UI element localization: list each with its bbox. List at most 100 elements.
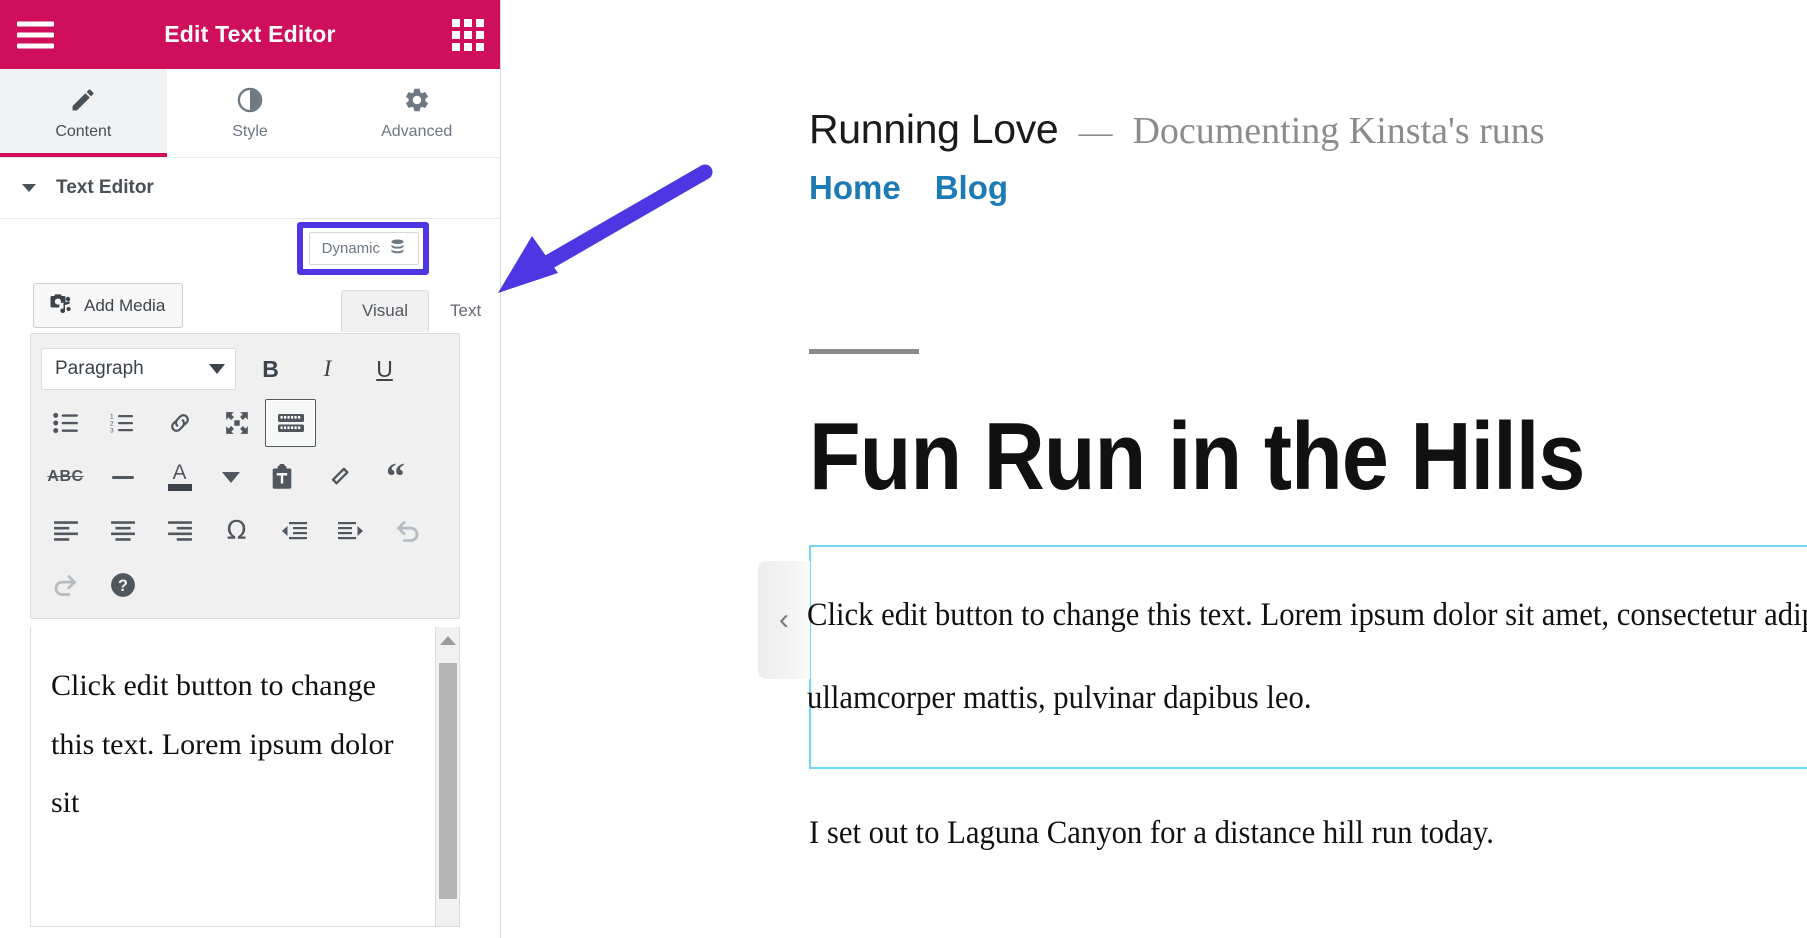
clear-formatting-button[interactable]	[310, 455, 367, 499]
grid-cell	[476, 31, 484, 39]
hamburger-bar	[17, 43, 54, 48]
screen-root: Edit Text Editor Content	[0, 0, 1807, 938]
caret-down-icon	[22, 184, 36, 192]
chevron-down-icon	[222, 472, 240, 483]
site-description: Documenting Kinsta's runs	[1132, 109, 1544, 153]
page-title: Edit Text Editor	[0, 21, 500, 48]
pencil-icon	[69, 86, 97, 114]
wp-editor-textarea[interactable]: Click edit button to change this text. L…	[30, 627, 460, 927]
grid-cell	[476, 19, 484, 27]
editor-scrollbar[interactable]	[435, 627, 459, 926]
text-color-button[interactable]: A	[151, 455, 208, 499]
indent-button[interactable]	[322, 509, 379, 553]
scrollbar-thumb[interactable]	[439, 663, 457, 899]
grid-cell	[464, 43, 472, 51]
wp-editor-content: Click edit button to change this text. L…	[31, 627, 431, 833]
grid-cell	[476, 43, 484, 51]
paste-as-text-button[interactable]	[253, 455, 310, 499]
site-title-line: Running Love — Documenting Kinsta's runs	[809, 106, 1807, 153]
redo-button[interactable]	[37, 563, 94, 607]
underline-button[interactable]: U	[356, 347, 413, 391]
tab-style[interactable]: Style	[167, 69, 334, 157]
grid-cell	[452, 43, 460, 51]
title-divider	[809, 349, 919, 354]
horizontal-rule-button[interactable]	[94, 455, 151, 499]
bulleted-list-button[interactable]	[37, 401, 94, 445]
hamburger-menu-icon[interactable]	[17, 21, 54, 48]
text-editor-widget[interactable]: ‹ Click edit button to change this text.…	[809, 545, 1807, 769]
toolbar-row: Ω	[37, 504, 453, 558]
toolbar-row: Paragraph B I U	[37, 342, 453, 396]
strikethrough-button[interactable]: ABC	[37, 455, 94, 499]
site-nav: Home Blog	[809, 169, 1807, 207]
format-select[interactable]: Paragraph	[41, 348, 236, 390]
align-center-button[interactable]	[94, 509, 151, 553]
svg-text:?: ?	[118, 577, 128, 595]
dynamic-button-label: Dynamic	[322, 240, 380, 257]
bold-button[interactable]: B	[242, 347, 299, 391]
special-character-button[interactable]: Ω	[208, 509, 265, 553]
scroll-up-arrow-icon[interactable]	[440, 636, 456, 645]
database-stack-icon	[389, 238, 406, 260]
bold-glyph: B	[262, 356, 279, 383]
tab-text[interactable]: Text	[429, 290, 501, 332]
wp-editor-toolbar: Paragraph B I U	[30, 333, 460, 619]
svg-text:3: 3	[110, 428, 114, 435]
media-camera-music-icon	[48, 291, 73, 320]
elementor-editor-panel: Edit Text Editor Content	[0, 0, 501, 938]
keyboard-shortcuts-help-button[interactable]: ?	[94, 563, 151, 607]
app-grid-icon[interactable]	[452, 19, 484, 51]
dynamic-button[interactable]: Dynamic	[309, 232, 419, 265]
tab-content[interactable]: Content	[0, 69, 167, 157]
blockquote-button[interactable]: “	[367, 455, 424, 499]
site-separator: —	[1078, 114, 1112, 152]
panel-tab-bar: Content Style Advanced	[0, 69, 500, 158]
add-media-button[interactable]: Add Media	[33, 283, 183, 328]
post-title[interactable]: Fun Run in the Hills	[809, 409, 1687, 505]
grid-cell	[452, 31, 460, 39]
hamburger-bar	[17, 21, 54, 26]
toolbar-row: ?	[37, 558, 453, 612]
italic-glyph: I	[324, 356, 332, 382]
section-title: Text Editor	[56, 177, 154, 199]
italic-button[interactable]: I	[299, 347, 356, 391]
underline-glyph: U	[376, 356, 393, 383]
add-media-label: Add Media	[84, 296, 165, 316]
nav-item-blog[interactable]: Blog	[935, 169, 1008, 207]
numbered-list-button[interactable]: 1 2 3	[94, 401, 151, 445]
align-left-button[interactable]	[37, 509, 94, 553]
chevron-down-icon	[209, 364, 225, 374]
contrast-icon	[236, 86, 264, 114]
strikethrough-glyph: ABC	[47, 468, 83, 486]
tab-content-label: Content	[55, 123, 111, 141]
blockquote-glyph: “	[386, 467, 405, 488]
nav-item-home[interactable]: Home	[809, 169, 901, 207]
widget-paragraph-line-1: Click edit button to change this text. L…	[807, 585, 1791, 646]
tab-advanced-label: Advanced	[381, 123, 452, 141]
format-select-value: Paragraph	[55, 358, 144, 380]
editor-mode-tabs: Visual Text	[341, 290, 501, 332]
site-preview: Running Love — Documenting Kinsta's runs…	[501, 0, 1807, 938]
svg-text:1: 1	[110, 414, 114, 421]
site-name[interactable]: Running Love	[809, 106, 1058, 153]
media-row: Add Media Visual Text	[30, 277, 470, 333]
toolbar-toggle-button[interactable]	[265, 399, 316, 447]
insert-link-button[interactable]	[151, 401, 208, 445]
svg-text:2: 2	[110, 421, 114, 428]
site-header: Running Love — Documenting Kinsta's runs…	[501, 0, 1807, 207]
tab-visual[interactable]: Visual	[341, 290, 429, 332]
panel-header: Edit Text Editor	[0, 0, 500, 69]
text-color-glyph: A	[172, 463, 186, 483]
preview-body: Fun Run in the Hills ‹ Click edit button…	[501, 349, 1807, 852]
grid-cell	[452, 19, 460, 27]
widget-paragraph-line-2: ullamcorper mattis, pulvinar dapibus leo…	[807, 668, 1791, 729]
outdent-button[interactable]	[265, 509, 322, 553]
panel-collapse-handle[interactable]: ‹	[758, 561, 810, 679]
undo-button[interactable]	[379, 509, 436, 553]
fullscreen-button[interactable]	[208, 401, 265, 445]
wp-editor-wrapper: Add Media Visual Text Paragraph B I U	[0, 277, 500, 619]
text-color-dropdown-button[interactable]	[208, 455, 253, 499]
align-right-button[interactable]	[151, 509, 208, 553]
tab-advanced[interactable]: Advanced	[333, 69, 500, 157]
section-header-text-editor[interactable]: Text Editor	[0, 158, 500, 219]
